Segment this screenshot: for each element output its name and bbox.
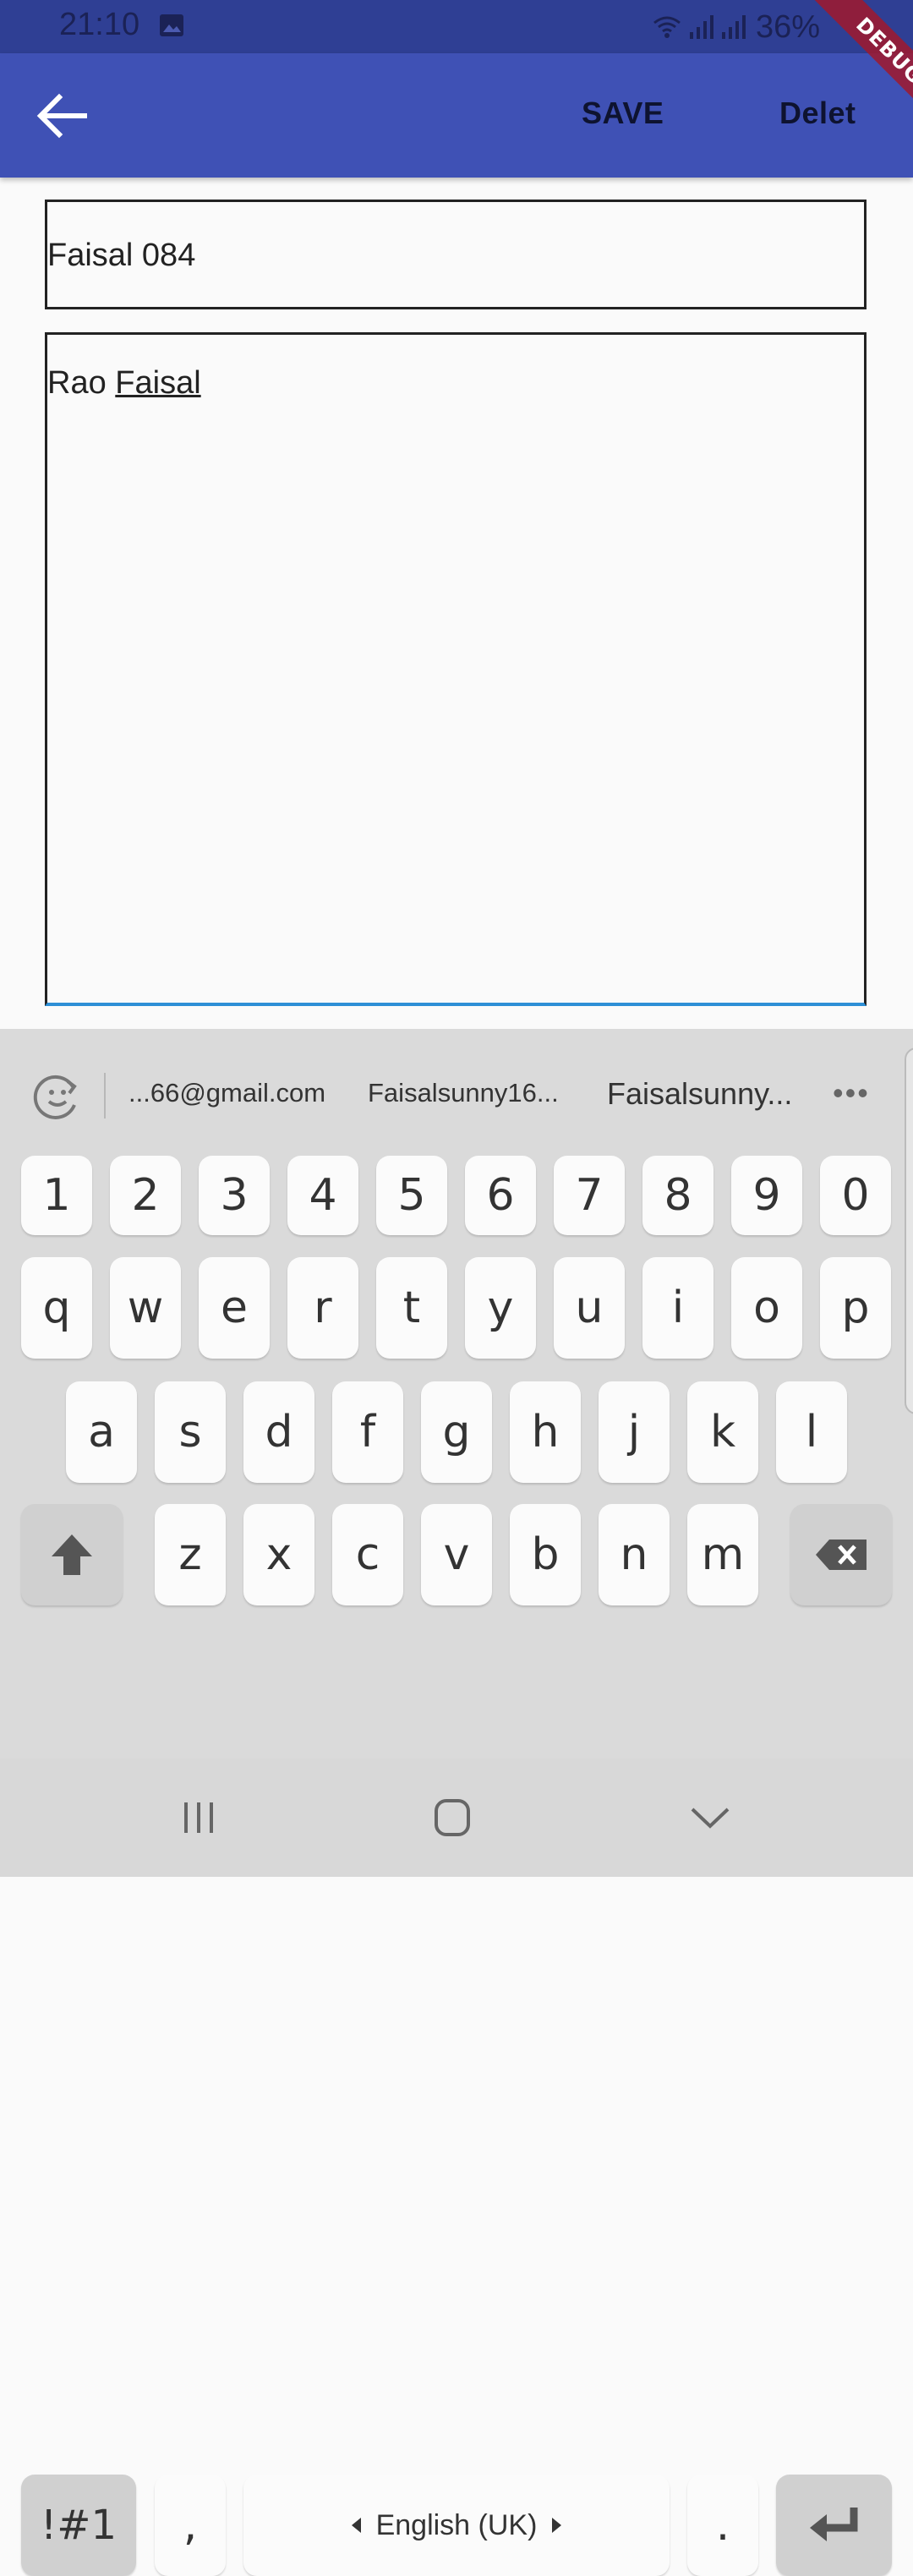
body-underlined-word: Faisal [115, 365, 201, 401]
backspace-icon [816, 1540, 867, 1570]
key-letter-h[interactable]: h [510, 1381, 581, 1483]
status-icons: 36% [653, 7, 820, 47]
key-letter-v[interactable]: v [421, 1504, 492, 1605]
suggestion-3[interactable]: Faisalsunny... [607, 1076, 792, 1112]
key-num-8[interactable]: 8 [642, 1156, 713, 1235]
body-textarea[interactable]: Rao Faisal [45, 332, 867, 1006]
key-letter-t[interactable]: t [376, 1257, 447, 1359]
key-letter-g[interactable]: g [421, 1381, 492, 1483]
key-num-3[interactable]: 3 [199, 1156, 270, 1235]
key-letter-o[interactable]: o [731, 1257, 802, 1359]
emoji-sync-icon[interactable] [32, 1071, 83, 1122]
key-num-7[interactable]: 7 [554, 1156, 625, 1235]
suggestion-divider [104, 1073, 106, 1118]
language-right-arrow-icon [552, 2518, 562, 2533]
key-letter-y[interactable]: y [465, 1257, 536, 1359]
key-letter-d[interactable]: d [243, 1381, 314, 1483]
navigation-bar [0, 1758, 913, 1877]
wifi-icon [653, 16, 681, 38]
key-letter-q[interactable]: q [21, 1257, 92, 1359]
signal-icon [690, 15, 713, 39]
key-letter-a[interactable]: a [66, 1381, 137, 1483]
key-num-0[interactable]: 0 [820, 1156, 891, 1235]
key-letter-e[interactable]: e [199, 1257, 270, 1359]
key-letter-r[interactable]: r [287, 1257, 358, 1359]
status-bar: 21:10 36% [0, 0, 913, 53]
backspace-key[interactable] [790, 1504, 892, 1605]
key-letter-k[interactable]: k [687, 1381, 758, 1483]
comma-key[interactable]: , [155, 2475, 226, 2576]
key-letter-w[interactable]: w [110, 1257, 181, 1359]
shift-arrow-icon [52, 1534, 92, 1575]
enter-key[interactable] [776, 2475, 892, 2576]
suggestion-1[interactable]: ...66@gmail.com [128, 1078, 325, 1108]
key-letter-m[interactable]: m [687, 1504, 758, 1605]
key-letter-b[interactable]: b [510, 1504, 581, 1605]
key-letter-l[interactable]: l [776, 1381, 847, 1483]
back-arrow-icon[interactable] [34, 90, 90, 141]
keyboard-side-handle[interactable] [905, 1047, 913, 1414]
key-letter-f[interactable]: f [332, 1381, 403, 1483]
title-input[interactable]: Faisal 084 [45, 200, 867, 309]
key-num-4[interactable]: 4 [287, 1156, 358, 1235]
suggestion-bar: ...66@gmail.com Faisalsunny16... Faisals… [0, 1029, 913, 1156]
hide-keyboard-chevron-icon[interactable] [681, 1792, 740, 1843]
key-letter-u[interactable]: u [554, 1257, 625, 1359]
key-num-5[interactable]: 5 [376, 1156, 447, 1235]
shift-key[interactable] [21, 1504, 123, 1605]
key-letter-x[interactable]: x [243, 1504, 314, 1605]
save-button[interactable]: SAVE [582, 96, 664, 131]
delete-button[interactable]: Delet [779, 96, 856, 131]
battery-percent: 36% [756, 8, 821, 45]
image-icon [160, 14, 183, 36]
more-options-icon[interactable]: ••• [833, 1075, 870, 1111]
key-num-6[interactable]: 6 [465, 1156, 536, 1235]
app-bar: SAVE Delet [0, 53, 913, 178]
key-num-9[interactable]: 9 [731, 1156, 802, 1235]
status-time: 21:10 [59, 7, 140, 42]
key-letter-i[interactable]: i [642, 1257, 713, 1359]
key-letter-p[interactable]: p [820, 1257, 891, 1359]
space-key[interactable]: English (UK) [243, 2475, 670, 2576]
title-value: Faisal 084 [47, 238, 196, 273]
key-letter-j[interactable]: j [599, 1381, 670, 1483]
suggestion-2[interactable]: Faisalsunny16... [368, 1078, 559, 1108]
recent-apps-icon[interactable] [169, 1792, 228, 1843]
language-left-arrow-icon [351, 2518, 361, 2533]
key-letter-s[interactable]: s [155, 1381, 226, 1483]
signal-icon [722, 15, 746, 39]
space-language-label: English (UK) [375, 2508, 538, 2541]
key-letter-n[interactable]: n [599, 1504, 670, 1605]
period-key[interactable]: . [687, 2475, 758, 2576]
keyboard: ...66@gmail.com Faisalsunny16... Faisals… [0, 1029, 913, 2576]
key-letter-z[interactable]: z [155, 1504, 226, 1605]
enter-icon [809, 2508, 857, 2541]
key-letter-c[interactable]: c [332, 1504, 403, 1605]
key-num-2[interactable]: 2 [110, 1156, 181, 1235]
body-text: Rao [47, 365, 116, 401]
symbols-key[interactable]: !#1 [21, 2475, 136, 2576]
body-value: Rao Faisal [47, 365, 201, 402]
key-num-1[interactable]: 1 [21, 1156, 92, 1235]
home-icon[interactable] [423, 1792, 482, 1843]
